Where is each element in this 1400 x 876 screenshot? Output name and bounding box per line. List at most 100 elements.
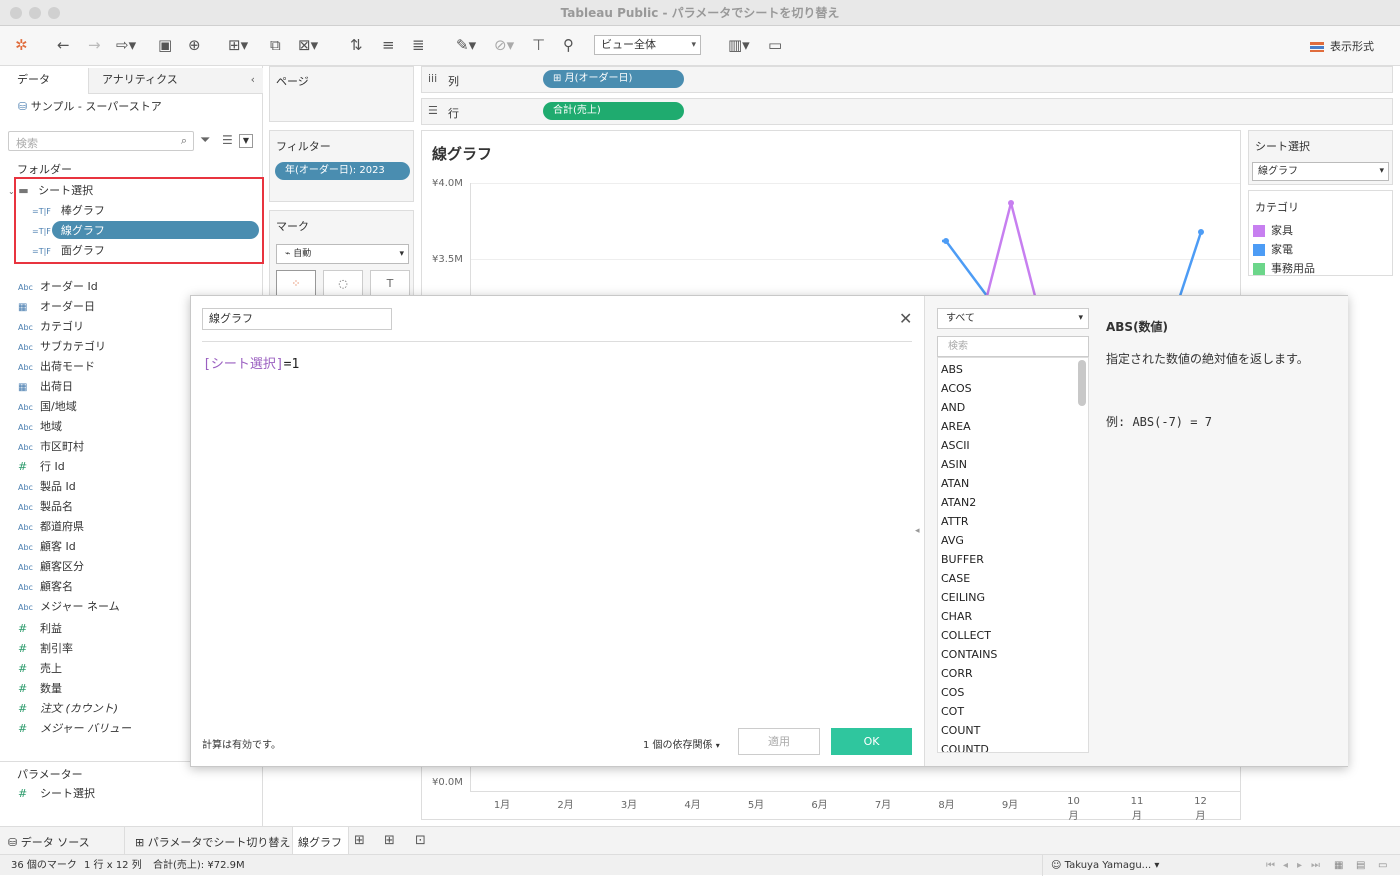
ok-button[interactable]: OK [831,728,912,755]
function-item[interactable]: CHAR [941,607,972,626]
view-size-select[interactable]: ビュー全体 ▾ [594,35,701,55]
columns-shelf[interactable]: iii 列 ⊞ 月(オーダー日) [421,66,1393,93]
dimension-field[interactable]: Abc 顧客名 [18,578,73,596]
dimension-field[interactable]: Abc 地域 [18,418,62,436]
apply-button[interactable]: 適用 [738,728,820,755]
function-item[interactable]: AVG [941,531,964,550]
calc-name-input[interactable]: 線グラフ [202,308,392,330]
dimension-field[interactable]: ▦ 出荷日 [18,378,73,396]
dimension-field[interactable]: Abc 出荷モード [18,358,95,376]
sheet-tab-current[interactable]: 線グラフ [292,827,349,855]
mark-type-select[interactable]: ⌁ 自動 ▾ [276,244,409,264]
function-item[interactable]: AND [941,398,965,417]
dimension-field[interactable]: Abc 顧客 Id [18,538,76,556]
view-options-dropdown[interactable]: ▼ [239,134,253,148]
function-item[interactable]: CASE [941,569,970,588]
dimension-field[interactable]: Abc サブカテゴリ [18,338,106,356]
new-story-icon[interactable]: ⊡ [415,833,426,848]
field-search-input[interactable]: 検索 ⌕ [8,131,194,151]
pages-card[interactable]: ページ [269,66,414,122]
close-window-button[interactable] [10,7,22,19]
filter-pill-year[interactable]: 年(オーダー日): 2023 [275,162,410,180]
dimension-field[interactable]: Abc 製品 Id [18,478,76,496]
function-item[interactable]: COLLECT [941,626,991,645]
tab-analytics[interactable]: アナリティクス ‹ [88,68,263,94]
prev-sheet-icon[interactable]: ◂ [1283,855,1288,876]
function-item[interactable]: AREA [941,417,971,436]
dimension-field[interactable]: Abc 都道府県 [18,518,84,536]
close-icon[interactable]: ✕ [899,309,912,328]
calc-field-area[interactable]: =T|F 面グラフ [32,242,105,258]
parameter-sheet-select[interactable]: # シート選択 [18,785,95,803]
forward-icon[interactable]: → [88,36,101,54]
new-datasource-icon[interactable]: ⊕ [188,36,201,54]
show-me-button[interactable]: 表示形式 [1310,38,1374,54]
cards-icon[interactable]: ▥▾ [728,36,750,54]
function-item[interactable]: COS [941,683,964,702]
rows-pill-sales[interactable]: 合計(売上) [543,102,684,120]
function-item[interactable]: CEILING [941,588,985,607]
new-dashboard-icon[interactable]: ⊞ [384,833,395,848]
function-item[interactable]: ATAN2 [941,493,976,512]
duplicate-sheet-icon[interactable]: ⧉ [270,36,281,54]
datasource-tab[interactable]: ⛁ データ ソース [8,834,90,850]
size-mark-button[interactable]: ◌ [323,270,363,298]
function-item[interactable]: ASIN [941,455,967,474]
function-item[interactable]: BUFFER [941,550,984,569]
formula-editor[interactable]: [シート選択]=1 [203,353,913,723]
datasource-item[interactable]: ⛁ サンプル - スーパーストア [18,98,162,114]
dimension-field[interactable]: Abc オーダー Id [18,278,98,296]
function-item[interactable]: ACOS [941,379,972,398]
columns-pill-month[interactable]: ⊞ 月(オーダー日) [543,70,684,88]
function-item[interactable]: CONTAINS [941,645,997,664]
new-worksheet-icon[interactable]: ⊞ [354,833,365,848]
dimension-field[interactable]: Abc 顧客区分 [18,558,84,576]
dimension-field[interactable]: Abc 市区町村 [18,438,84,456]
minimize-window-button[interactable] [29,7,41,19]
data-point[interactable] [1008,200,1014,206]
measure-field[interactable]: # 割引率 [18,640,73,658]
sort-desc-icon[interactable]: ≣ [412,36,425,54]
dimension-field[interactable]: # 行 Id [18,458,65,476]
function-item[interactable]: ASCII [941,436,970,455]
color-mark-button[interactable]: ⁘ [276,270,316,298]
highlight-icon[interactable]: ✎▾ [456,36,476,54]
function-item[interactable]: COUNTD [941,740,989,752]
function-search-input[interactable]: 検索 [937,336,1089,357]
measure-field[interactable]: # メジャー バリュー [18,720,131,738]
labels-icon[interactable]: ⊤ [532,36,545,54]
presentation-icon[interactable]: ▭ [768,36,782,54]
legend-item[interactable]: 家具 [1253,222,1293,238]
function-item[interactable]: ABS [941,360,963,379]
function-category-select[interactable]: すべて ▾ [937,308,1089,329]
rows-shelf[interactable]: ☰ 行 合計(売上) [421,98,1393,125]
first-sheet-icon[interactable]: ⏮ [1266,855,1275,876]
swap-icon[interactable]: ⇅ [350,36,363,54]
filter-icon[interactable]: ⏷ [200,133,210,148]
calc-field-line[interactable]: =T|F 線グラフ [32,222,105,238]
user-menu[interactable]: ☺ Takuya Yamagu... ▾ [1042,855,1162,876]
label-mark-button[interactable]: T [370,270,410,298]
legend-item[interactable]: 家電 [1253,241,1293,257]
group-icon[interactable]: ⊘▾ [494,36,514,54]
measure-field[interactable]: # 利益 [18,620,62,638]
last-sheet-icon[interactable]: ⏭ [1311,855,1320,876]
sort-asc-icon[interactable]: ≡ [382,36,395,54]
function-item[interactable]: COT [941,702,964,721]
list-view-icon[interactable]: ☰ [222,133,233,147]
dimension-field[interactable]: ▦ オーダー日 [18,298,95,316]
measure-field[interactable]: # 注文 (カウント) [18,700,118,718]
function-item[interactable]: COUNT [941,721,980,740]
dependencies-button[interactable]: 1 個の依存関係 ▾ [643,736,720,751]
dimension-field[interactable]: Abc メジャー ネーム [18,598,120,616]
function-item[interactable]: CORR [941,664,973,683]
save-icon[interactable]: ▣ [158,36,172,54]
measure-field[interactable]: # 数量 [18,680,62,698]
back-icon[interactable]: ← [57,36,70,54]
data-point[interactable] [1198,229,1204,235]
tab-data[interactable]: データ [0,68,88,94]
filmstrip-icon[interactable]: ▭ [1378,855,1387,876]
next-sheet-icon[interactable]: ▸ [1297,855,1302,876]
pin-icon[interactable]: ⚲ [563,36,574,54]
collapse-pane-icon[interactable]: ‹ [251,68,255,92]
